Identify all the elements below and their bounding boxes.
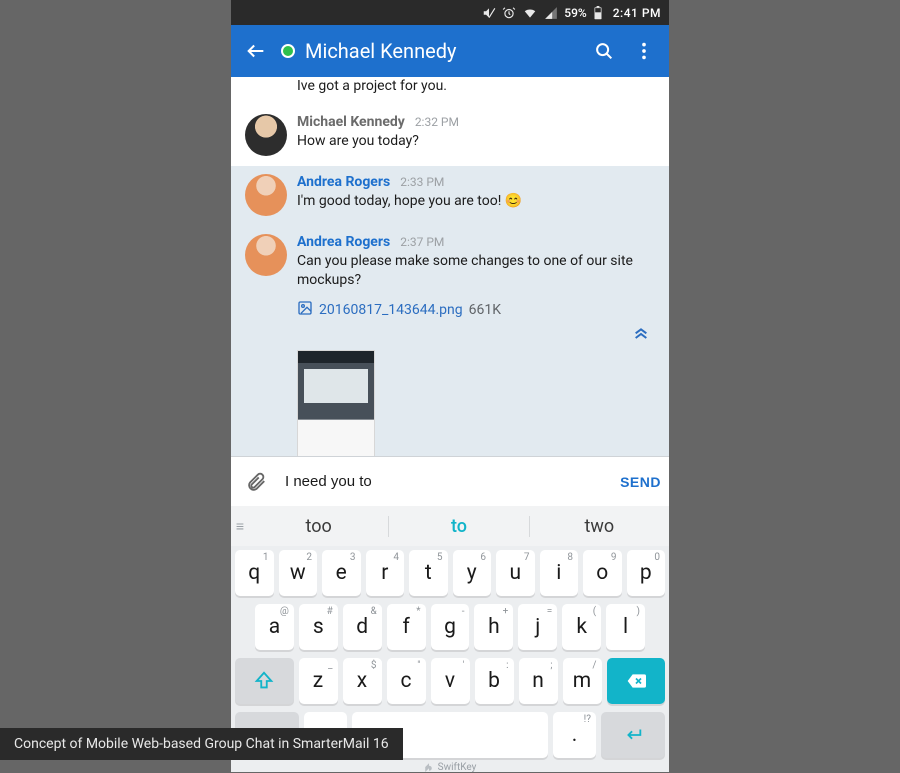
- key-s[interactable]: s#: [299, 604, 338, 650]
- key-q[interactable]: q1: [235, 550, 274, 596]
- key-b[interactable]: b:: [475, 658, 514, 704]
- key-f[interactable]: f*: [387, 604, 426, 650]
- sender-name: Andrea Rogers: [297, 174, 390, 190]
- key-row: z_x$c"v'b:n;m/: [231, 654, 669, 708]
- sender-name: Michael Kennedy: [297, 114, 405, 130]
- message-row: Michael Kennedy 2:32 PM How are you toda…: [231, 106, 669, 166]
- message-input[interactable]: [285, 473, 606, 490]
- battery-icon: [593, 6, 603, 20]
- battery-percent: 59%: [564, 6, 586, 20]
- drag-handle-icon[interactable]: ≡: [231, 518, 249, 535]
- key-k[interactable]: k(: [562, 604, 601, 650]
- collapse-button[interactable]: [629, 324, 653, 344]
- send-button[interactable]: SEND: [620, 474, 661, 490]
- key-h[interactable]: h+: [474, 604, 513, 650]
- message-text: How are you today?: [297, 132, 655, 151]
- key-l[interactable]: l): [606, 604, 645, 650]
- app-toolbar: Michael Kennedy: [231, 25, 669, 77]
- android-status-bar: 59% 2:41 PM: [231, 0, 669, 25]
- attachment-filename[interactable]: 20160817_143644.png: [319, 302, 463, 318]
- search-button[interactable]: [589, 36, 619, 66]
- key-row: a@s#d&f*g-h+j=k(l): [231, 600, 669, 654]
- sender-name: Andrea Rogers: [297, 234, 390, 250]
- key-y[interactable]: y6: [453, 550, 492, 596]
- key-j[interactable]: j=: [518, 604, 557, 650]
- mute-icon: [482, 6, 496, 20]
- key-d[interactable]: d&: [343, 604, 382, 650]
- key-a[interactable]: a@: [255, 604, 294, 650]
- signal-icon: [544, 6, 558, 20]
- alarm-icon: [502, 6, 516, 20]
- suggestion[interactable]: too: [249, 516, 389, 537]
- key-w[interactable]: w2: [279, 550, 318, 596]
- message-text: I'm good today, hope you are too! 😊: [297, 192, 655, 211]
- shift-key[interactable]: [235, 658, 294, 704]
- key-r[interactable]: r4: [366, 550, 405, 596]
- timestamp: 2:32 PM: [415, 115, 459, 129]
- avatar[interactable]: [245, 114, 287, 156]
- key-p[interactable]: p0: [627, 550, 666, 596]
- clock-time: 2:41 PM: [613, 6, 661, 20]
- image-icon: [297, 300, 313, 320]
- avatar[interactable]: [245, 234, 287, 276]
- key-g[interactable]: g-: [431, 604, 470, 650]
- key-n[interactable]: n;: [519, 658, 558, 704]
- key-o[interactable]: o9: [583, 550, 622, 596]
- key-c[interactable]: c": [387, 658, 426, 704]
- message-row: Andrea Rogers 2:33 PM I'm good today, ho…: [231, 166, 669, 226]
- key-e[interactable]: e3: [322, 550, 361, 596]
- message-text: Ive got a project for you.: [297, 77, 655, 96]
- key-z[interactable]: z_: [299, 658, 338, 704]
- conversation-title: Michael Kennedy: [305, 39, 456, 63]
- avatar[interactable]: [245, 174, 287, 216]
- key-i[interactable]: i8: [540, 550, 579, 596]
- suggestion-bar: ≡ too to two: [231, 506, 669, 546]
- attachment[interactable]: 20160817_143644.png 661K: [297, 300, 655, 320]
- message-text: Can you please make some changes to one …: [297, 252, 655, 290]
- key-v[interactable]: v': [431, 658, 470, 704]
- image-caption: Concept of Mobile Web-based Group Chat i…: [0, 728, 403, 760]
- key-row: q1w2e3r4t5y6u7i8o9p0: [231, 546, 669, 600]
- attach-button[interactable]: [241, 467, 271, 497]
- overflow-menu-button[interactable]: [629, 36, 659, 66]
- wifi-icon: [522, 6, 538, 20]
- back-button[interactable]: [241, 36, 271, 66]
- timestamp: 2:37 PM: [400, 235, 444, 249]
- backspace-key[interactable]: [607, 658, 666, 704]
- suggestion[interactable]: two: [530, 516, 669, 537]
- suggestion[interactable]: to: [389, 516, 529, 537]
- composer-bar: SEND: [231, 456, 669, 506]
- presence-indicator: [281, 44, 295, 58]
- attachment-thumbnail[interactable]: The ultimate Microsoft Exchange alternat…: [297, 350, 375, 456]
- key-u[interactable]: u7: [496, 550, 535, 596]
- key-m[interactable]: m/: [563, 658, 602, 704]
- attachment-size: 661K: [469, 302, 501, 318]
- timestamp: 2:33 PM: [400, 175, 444, 189]
- enter-key[interactable]: [601, 712, 665, 758]
- message-row: Ive got a project for you.: [231, 77, 669, 106]
- message-list[interactable]: Ive got a project for you. Michael Kenne…: [231, 77, 669, 456]
- period-key[interactable]: .!?: [553, 712, 596, 758]
- key-t[interactable]: t5: [409, 550, 448, 596]
- message-row: Andrea Rogers 2:37 PM Can you please mak…: [231, 226, 669, 456]
- keyboard-brand: SwiftKey: [231, 762, 669, 772]
- phone-frame: 59% 2:41 PM Michael Kennedy Ive got a pr…: [231, 0, 669, 772]
- key-x[interactable]: x$: [343, 658, 382, 704]
